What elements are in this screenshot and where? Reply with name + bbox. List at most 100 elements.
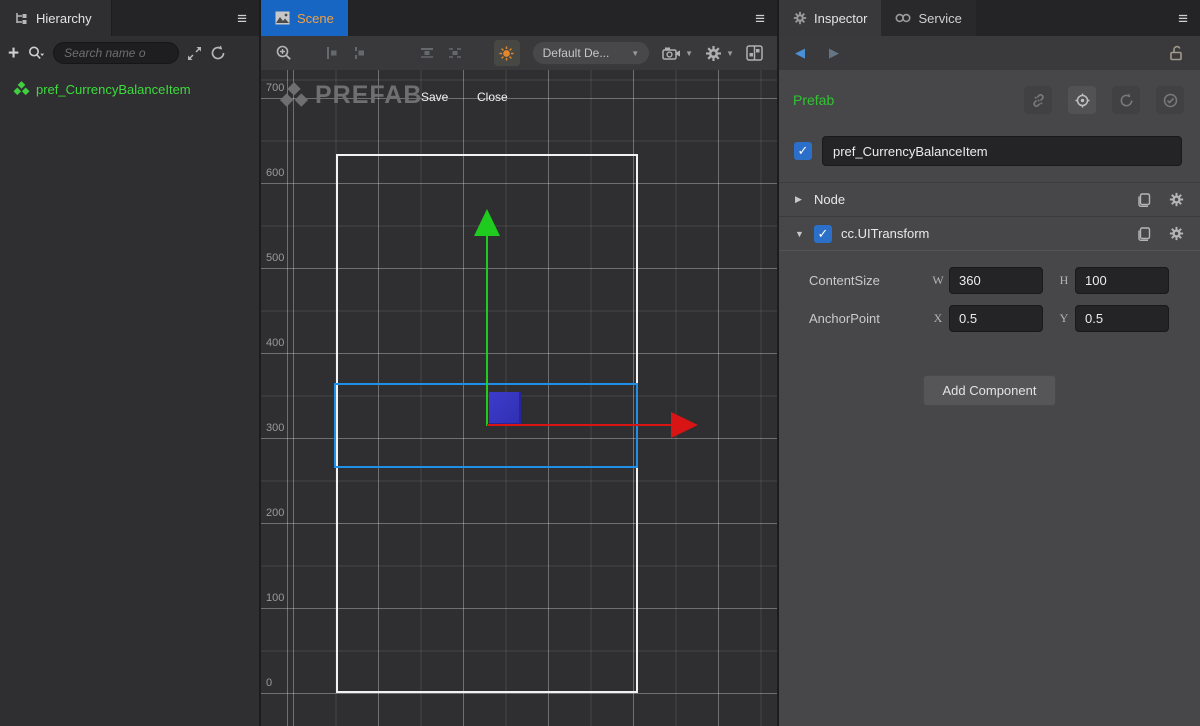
align-center-horizontal-icon[interactable] xyxy=(352,45,368,61)
scene-toolbar: Default De... ▼ ▼ ▼ xyxy=(261,36,777,70)
scene-panel: Scene ≡ xyxy=(261,0,777,726)
zoom-tool-icon[interactable] xyxy=(275,44,293,62)
light-toggle-button[interactable] xyxy=(494,40,520,66)
section-uitransform[interactable]: ▼ ✓ cc.UITransform xyxy=(779,216,1200,250)
anchor-point-x-input[interactable] xyxy=(949,305,1043,332)
ruler-label: 0 xyxy=(266,677,292,689)
render-mode-value: Default De... xyxy=(543,46,610,60)
chevron-down-icon: ▼ xyxy=(726,49,734,58)
editor-window: Hierarchy ≡ + pref_Cu xyxy=(0,0,1200,726)
inspector-body: Prefab xyxy=(779,70,1200,726)
prefab-unlink-button[interactable] xyxy=(1024,86,1052,114)
tab-service[interactable]: Service xyxy=(881,0,975,36)
x-axis-label: X xyxy=(931,311,945,326)
create-node-button[interactable]: + xyxy=(8,44,19,63)
uitransform-section-label: cc.UITransform xyxy=(841,226,929,241)
align-center-vertical-icon[interactable] xyxy=(447,45,463,61)
gizmo-x-axis-arrowhead[interactable] xyxy=(671,412,698,438)
gizmo-y-axis[interactable] xyxy=(486,234,488,426)
anchor-point-row: AnchorPoint X Y xyxy=(779,299,1200,337)
ruler-label: 400 xyxy=(266,337,292,349)
lock-icon[interactable] xyxy=(1168,45,1184,61)
hierarchy-tree: pref_CurrencyBalanceItem xyxy=(0,70,259,726)
node-active-checkbox[interactable]: ✓ xyxy=(794,142,812,160)
add-component-button[interactable]: Add Component xyxy=(923,375,1057,406)
docs-book-icon[interactable] xyxy=(1137,227,1151,241)
hierarchy-panel: Hierarchy ≡ + pref_Cu xyxy=(0,0,259,726)
ruler-label: 600 xyxy=(266,167,292,179)
tab-hierarchy[interactable]: Hierarchy xyxy=(0,0,112,36)
search-icon xyxy=(27,45,45,61)
hierarchy-tabbar: Hierarchy ≡ xyxy=(0,0,259,36)
tab-scene[interactable]: Scene xyxy=(261,0,348,36)
gizmo-y-axis-arrowhead[interactable] xyxy=(474,209,500,236)
reset-refresh-icon xyxy=(1119,93,1134,108)
content-size-w-input[interactable] xyxy=(949,267,1043,294)
prefab-mode-watermark: PREFAB xyxy=(279,81,422,110)
align-top-icon[interactable] xyxy=(419,45,435,61)
prefab-actions xyxy=(1024,86,1184,114)
service-link-icon xyxy=(895,13,911,23)
height-axis-label: H xyxy=(1057,273,1071,288)
scene-tab-label: Scene xyxy=(297,11,334,26)
hierarchy-tab-label: Hierarchy xyxy=(36,11,92,26)
inspector-navrow: ◀ ▶ xyxy=(779,36,1200,70)
history-forward-button[interactable]: ▶ xyxy=(829,45,839,61)
layout-split-icon[interactable] xyxy=(746,45,763,61)
prefab-close-button[interactable]: Close xyxy=(477,90,508,104)
history-back-button[interactable]: ◀ xyxy=(795,45,805,61)
prefab-apply-button[interactable] xyxy=(1156,86,1184,114)
prefab-badge: Prefab xyxy=(793,92,834,108)
inspector-panel: Inspector Service ≡ ◀ ▶ Prefab xyxy=(779,0,1200,726)
node-name-row: ✓ xyxy=(779,124,1200,180)
unlink-icon xyxy=(1031,93,1046,108)
prefab-reset-button[interactable] xyxy=(1112,86,1140,114)
uitransform-enabled-checkbox[interactable]: ✓ xyxy=(814,225,832,243)
section-node[interactable]: ▶ Node xyxy=(779,182,1200,216)
plus-icon: + xyxy=(8,44,19,63)
search-filter-button[interactable] xyxy=(27,45,45,61)
hierarchy-menu-icon[interactable]: ≡ xyxy=(237,10,247,27)
gear-icon[interactable] xyxy=(1169,226,1184,241)
anchor-point-label: AnchorPoint xyxy=(809,311,931,326)
ruler-label: 100 xyxy=(266,592,292,604)
scene-tabbar: Scene ≡ xyxy=(261,0,777,36)
tree-item-prefab-root[interactable]: pref_CurrencyBalanceItem xyxy=(0,78,259,100)
prefab-save-button[interactable]: Save xyxy=(421,90,448,104)
scene-viewport[interactable]: 700 600 500 400 300 200 100 0 PREFAB Sav… xyxy=(261,70,777,726)
search-input[interactable] xyxy=(53,42,179,64)
chevron-down-icon: ▼ xyxy=(685,49,693,58)
render-mode-dropdown[interactable]: Default De... ▼ xyxy=(532,41,651,65)
prefab-locate-button[interactable] xyxy=(1068,86,1096,114)
anchor-point-y-input[interactable] xyxy=(1075,305,1169,332)
camera-settings-dropdown[interactable]: ▼ xyxy=(662,46,693,61)
docs-book-icon[interactable] xyxy=(1137,193,1151,207)
content-size-label: ContentSize xyxy=(809,273,931,288)
tree-item-label: pref_CurrencyBalanceItem xyxy=(36,82,191,97)
prefab-watermark-label: PREFAB xyxy=(315,81,422,110)
service-tab-label: Service xyxy=(918,11,961,26)
gizmo-x-axis[interactable] xyxy=(487,424,673,426)
ruler-label: 500 xyxy=(266,252,292,264)
scene-menu-icon[interactable]: ≡ xyxy=(755,10,765,27)
target-icon xyxy=(1075,93,1090,108)
inspector-menu-icon[interactable]: ≡ xyxy=(1178,10,1188,27)
inspector-tab-label: Inspector xyxy=(814,11,867,26)
align-left-icon[interactable] xyxy=(324,45,340,61)
node-name-input[interactable] xyxy=(822,136,1182,166)
scene-gizmo-settings-dropdown[interactable]: ▼ xyxy=(705,45,734,62)
content-size-h-input[interactable] xyxy=(1075,267,1169,294)
hierarchy-toolbar: + xyxy=(0,36,259,70)
ruler-label: 300 xyxy=(266,422,292,434)
refresh-icon[interactable] xyxy=(210,45,226,61)
ruler-label: 200 xyxy=(266,507,292,519)
gear-icon[interactable] xyxy=(1169,192,1184,207)
content-size-row: ContentSize W H xyxy=(779,261,1200,299)
expand-all-icon[interactable] xyxy=(187,46,202,61)
chevron-right-icon: ▶ xyxy=(795,194,805,205)
tab-inspector[interactable]: Inspector xyxy=(779,0,881,36)
width-axis-label: W xyxy=(931,273,945,288)
inspector-tabbar: Inspector Service ≡ xyxy=(779,0,1200,36)
node-anchor-cube[interactable] xyxy=(489,392,521,424)
y-axis-label: Y xyxy=(1057,311,1071,326)
